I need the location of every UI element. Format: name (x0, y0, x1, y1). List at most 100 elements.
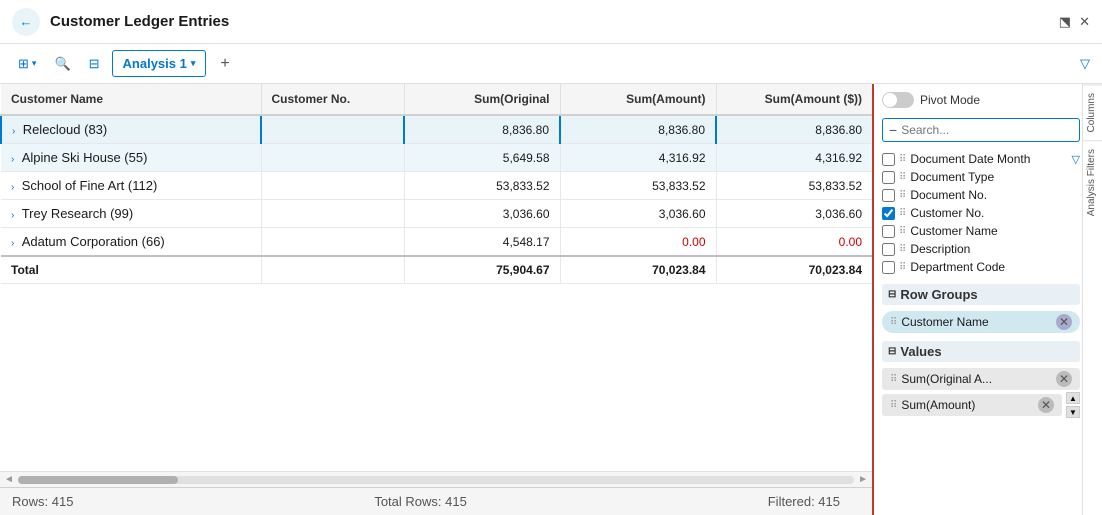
search-box[interactable]: − (882, 118, 1080, 142)
scrollbar-track[interactable] (18, 476, 854, 484)
cell-text: Alpine Ski House (55) (22, 150, 148, 165)
col-checkbox-custname[interactable] (882, 225, 895, 238)
open-new-window-button[interactable]: ⬔ (1059, 14, 1071, 30)
values-list: ⠿ Sum(Original A... ✕ ⠿ Sum(Amount) ✕ ▲ … (882, 366, 1080, 418)
add-tab-button[interactable]: + (212, 52, 237, 76)
table-row[interactable]: › Alpine Ski House (55) 5,649.58 4,316.9… (1, 144, 872, 172)
table-row[interactable]: › School of Fine Art (112) 53,833.52 53,… (1, 172, 872, 200)
total-sum2: 70,023.84 (560, 256, 716, 284)
view-chevron: ▾ (32, 58, 37, 69)
scrollbar-thumb[interactable] (18, 476, 178, 484)
drag-handle-custname[interactable]: ⠿ (899, 226, 906, 237)
filter-button[interactable]: ▽ (1080, 55, 1090, 73)
col-header-sum-amount[interactable]: Sum(Amount) (560, 84, 716, 115)
cell-sum1: 53,833.52 (404, 172, 560, 200)
right-panel: Pivot Mode − ⠿ Document Date Month ▽ (872, 84, 1102, 515)
value-label-sum-amount: Sum(Amount) (901, 398, 1034, 412)
cell-sum2: 53,833.52 (560, 172, 716, 200)
drag-handle-custno[interactable]: ⠿ (899, 208, 906, 219)
col-checkbox-custno[interactable] (882, 207, 895, 220)
values-header[interactable]: ⊟ Values (882, 341, 1080, 362)
cell-customer-name: › Adatum Corporation (66) (1, 228, 261, 257)
remove-value-sum-amount-button[interactable]: ✕ (1038, 397, 1054, 413)
back-icon: ← (20, 14, 33, 29)
pivot-mode-label: Pivot Mode (920, 93, 980, 107)
col-header-customer-name[interactable]: Customer Name (1, 84, 261, 115)
search-minus-icon[interactable]: − (889, 122, 897, 138)
scroll-buttons: ▲ ▼ (1066, 392, 1080, 418)
cell-sum3: 3,036.60 (716, 200, 872, 228)
col-item-desc: ⠿ Description (882, 240, 1080, 258)
table-icon: ⊟ (89, 56, 100, 72)
drag-handle-doctype[interactable]: ⠿ (899, 172, 906, 183)
expand-icon[interactable]: › (12, 126, 15, 137)
cell-sum2: 0.00 (560, 228, 716, 257)
col-checkbox-doctype[interactable] (882, 171, 895, 184)
page-title: Customer Ledger Entries (50, 13, 1049, 30)
remove-row-group-button[interactable]: ✕ (1056, 314, 1072, 330)
cell-customer-name: › School of Fine Art (112) (1, 172, 261, 200)
expand-icon[interactable]: › (11, 210, 14, 221)
table-icon-button[interactable]: ⊟ (83, 52, 106, 76)
table-row[interactable]: › Adatum Corporation (66) 4,548.17 0.00 … (1, 228, 872, 257)
toolbar: ⊞ ▾ 🔍 ⊟ Analysis 1 ▾ + ▽ (0, 44, 1102, 84)
panel-content: Pivot Mode − ⠿ Document Date Month ▽ (874, 84, 1102, 515)
expand-icon[interactable]: › (11, 238, 14, 249)
search-input[interactable] (901, 123, 1073, 137)
col-label-custname: Customer Name (910, 224, 997, 238)
analysis-filters-tab[interactable]: Analysis Filters (1083, 140, 1102, 224)
horizontal-scrollbar[interactable]: ◄ ► (0, 471, 872, 487)
scroll-down-button[interactable]: ▼ (1066, 406, 1080, 418)
col-label-docno: Document No. (910, 188, 987, 202)
drag-handle-docno[interactable]: ⠿ (899, 190, 906, 201)
col-label-custno: Customer No. (910, 206, 984, 220)
column-list: ⠿ Document Date Month ▽ ⠿ Document Type … (882, 150, 1080, 276)
status-rows: Rows: 415 (12, 494, 73, 509)
col-item-docdate: ⠿ Document Date Month ▽ (882, 150, 1080, 168)
status-total-rows: Total Rows: 415 (374, 494, 467, 509)
col-checkbox-deptcode[interactable] (882, 261, 895, 274)
back-button[interactable]: ← (12, 8, 40, 36)
columns-tab[interactable]: Columns (1083, 84, 1102, 140)
drag-handle-val2[interactable]: ⠿ (890, 400, 897, 411)
col-header-sum-amount-usd[interactable]: Sum(Amount ($)) (716, 84, 872, 115)
cell-customer-name: › Relecloud (83) (1, 115, 261, 144)
view-button[interactable]: ⊞ ▾ (12, 52, 42, 76)
cell-text: Adatum Corporation (66) (22, 234, 165, 249)
pivot-mode-row: Pivot Mode (882, 92, 1080, 108)
remove-value-sum-original-button[interactable]: ✕ (1056, 371, 1072, 387)
col-header-customer-no[interactable]: Customer No. (261, 84, 404, 115)
drag-handle-docdate[interactable]: ⠿ (899, 154, 906, 165)
search-button[interactable]: 🔍 (48, 52, 76, 76)
cell-sum3: 0.00 (716, 228, 872, 257)
drag-handle-val1[interactable]: ⠿ (890, 374, 897, 385)
col-checkbox-docno[interactable] (882, 189, 895, 202)
minimize-button[interactable]: ✕ (1079, 14, 1090, 30)
row-groups-expand-icon: ⊟ (888, 289, 896, 300)
drag-handle-deptcode[interactable]: ⠿ (899, 262, 906, 273)
scroll-up-button[interactable]: ▲ (1066, 392, 1080, 404)
analysis-tab[interactable]: Analysis 1 ▾ (112, 50, 207, 77)
table-row[interactable]: › Trey Research (99) 3,036.60 3,036.60 3… (1, 200, 872, 228)
value-sum-amount-row: ⠿ Sum(Amount) ✕ ▲ ▼ (882, 392, 1080, 418)
col-header-sum-original[interactable]: Sum(Original (404, 84, 560, 115)
table-wrapper[interactable]: Customer Name Customer No. Sum(Original … (0, 84, 872, 471)
row-groups-header[interactable]: ⊟ Row Groups (882, 284, 1080, 305)
table-row[interactable]: › Relecloud (83) 8,836.80 8,836.80 8,836… (1, 115, 872, 144)
table-header-row: Customer Name Customer No. Sum(Original … (1, 84, 872, 115)
total-sum3: 70,023.84 (716, 256, 872, 284)
cell-sum2: 8,836.80 (560, 115, 716, 144)
cell-customer-no (261, 115, 404, 144)
cell-customer-name: › Alpine Ski House (55) (1, 144, 261, 172)
filter-icon: ▽ (1080, 56, 1090, 71)
drag-handle-desc[interactable]: ⠿ (899, 244, 906, 255)
drag-handle-rowgroup[interactable]: ⠿ (890, 317, 897, 328)
values-expand-icon: ⊟ (888, 346, 896, 357)
pivot-mode-toggle[interactable] (882, 92, 914, 108)
col-checkbox-desc[interactable] (882, 243, 895, 256)
expand-icon[interactable]: › (11, 182, 14, 193)
panel-tabs: Columns Analysis Filters (1082, 84, 1102, 515)
expand-icon[interactable]: › (11, 154, 14, 165)
col-checkbox-docdate[interactable] (882, 153, 895, 166)
cell-sum1: 5,649.58 (404, 144, 560, 172)
